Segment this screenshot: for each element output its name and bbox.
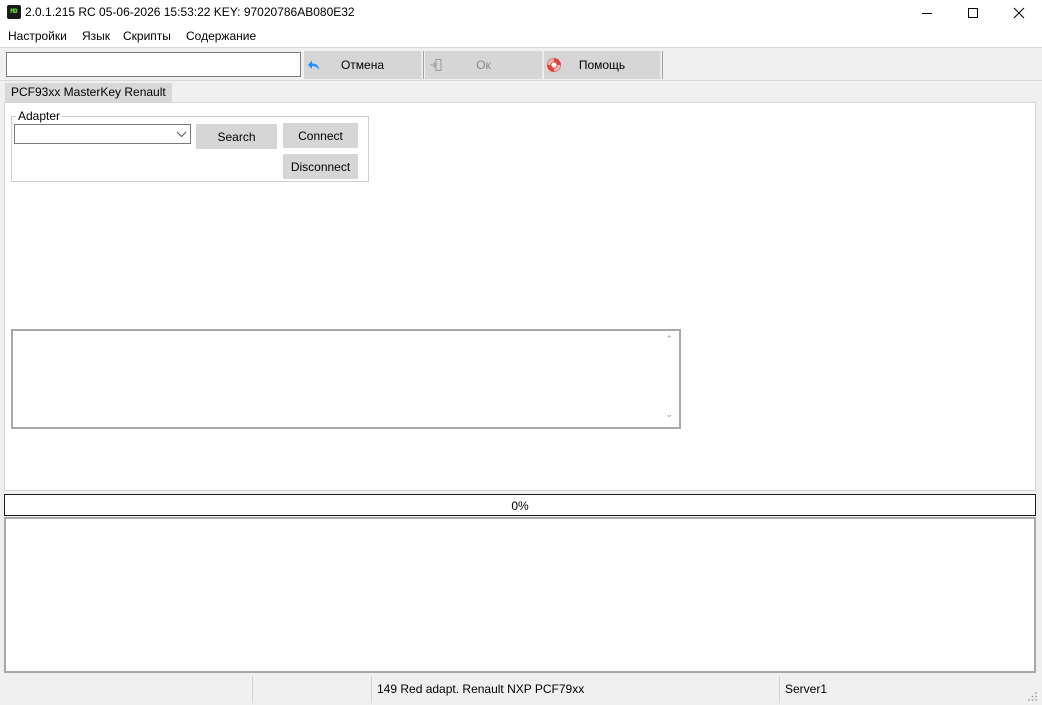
connect-button[interactable]: Connect (283, 123, 358, 148)
menu-bar: Настройки Язык Скрипты Содержание (0, 25, 1042, 47)
progress-text: 0% (511, 499, 529, 513)
window-title: 2.0.1.215 RC 05-06-2026 15:53:22 KEY: 97… (25, 5, 355, 19)
help-label: Помощь (578, 58, 626, 72)
maximize-button[interactable] (950, 0, 996, 25)
close-icon (1013, 7, 1025, 18)
status-panel-adapter-info: 149 Red adapt. Renault NXP PCF79xx (372, 676, 780, 703)
menu-item-settings[interactable]: Настройки (8, 29, 67, 43)
menu-item-scripts[interactable]: Скрипты (123, 29, 171, 43)
tab-strip: PCF93xx MasterKey Renault (0, 81, 1042, 103)
status-panel-server: Server1 (785, 682, 828, 696)
adapter-select[interactable] (14, 124, 191, 144)
adapter-group-label: Adapter (16, 109, 63, 123)
memo-textarea[interactable]: ⌃ ⌄ (11, 329, 681, 429)
ok-button[interactable]: Ок (425, 51, 543, 79)
status-panel-1 (0, 676, 253, 703)
toolbar-separator (662, 51, 663, 79)
app-logo-icon: MD (7, 5, 21, 19)
cancel-label: Отмена (340, 58, 385, 72)
chevron-down-icon (176, 131, 187, 138)
title-bar[interactable]: MD 2.0.1.215 RC 05-06-2026 15:53:22 KEY:… (0, 0, 1042, 25)
progress-bar: 0% (4, 494, 1036, 516)
toolbar: Отмена Ок Помощь (0, 47, 1042, 81)
menu-item-contents[interactable]: Содержание (186, 29, 256, 43)
status-panel-2 (253, 676, 372, 703)
status-bar: 149 Red adapt. Renault NXP PCF79xx Serve… (0, 676, 1042, 705)
maximize-icon (968, 7, 978, 18)
scroll-down-icon[interactable]: ⌄ (665, 409, 673, 420)
disconnect-button[interactable]: Disconnect (283, 154, 358, 179)
cancel-button[interactable]: Отмена (304, 51, 422, 79)
search-button[interactable]: Search (196, 124, 277, 149)
minimize-button[interactable] (904, 0, 950, 25)
tab-pcf93xx-masterkey-renault[interactable]: PCF93xx MasterKey Renault (5, 83, 172, 103)
toolbar-separator (423, 51, 424, 79)
log-area[interactable] (4, 517, 1036, 673)
ok-label: Ок (476, 58, 491, 72)
minimize-icon (922, 12, 932, 14)
close-button[interactable] (996, 0, 1042, 25)
resize-grip-icon[interactable] (1026, 690, 1038, 702)
app-window: MD 2.0.1.215 RC 05-06-2026 15:53:22 KEY:… (0, 0, 1042, 705)
help-button[interactable]: Помощь (544, 51, 661, 79)
menu-item-language[interactable]: Язык (82, 29, 110, 43)
scroll-up-icon[interactable]: ⌃ (665, 334, 673, 345)
toolbar-input[interactable] (6, 52, 301, 77)
